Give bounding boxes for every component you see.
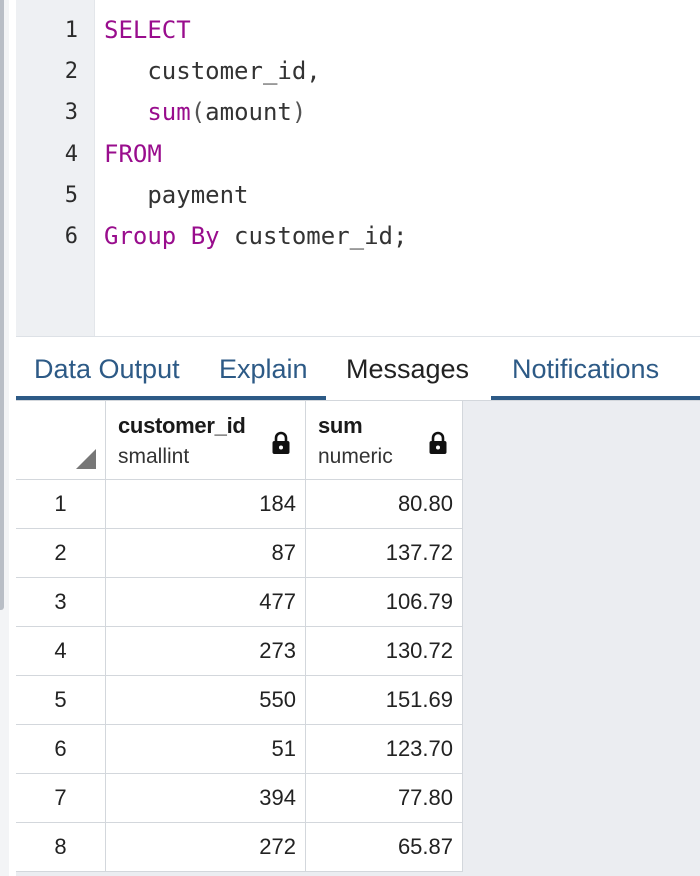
sql-editor[interactable]: 1 2 3 4 5 6 SELECT customer_id, sum(amount) FR… xyxy=(16,0,700,336)
cell-sum[interactable]: 123.70 xyxy=(306,725,463,773)
code-line[interactable]: SELECT xyxy=(104,10,191,51)
left-edge-strip xyxy=(0,0,9,876)
code-line[interactable]: Group By customer_id; xyxy=(104,216,407,257)
code-token: customer_id, xyxy=(104,57,321,86)
column-type: smallint xyxy=(118,445,190,468)
cell-customer-id[interactable]: 394 xyxy=(106,774,306,822)
tab-notifications[interactable]: Notifications xyxy=(512,337,659,400)
cell-sum[interactable]: 151.69 xyxy=(306,676,463,724)
line-number: 2 xyxy=(64,59,78,85)
line-number-gutter: 1 2 3 4 5 6 xyxy=(16,0,95,336)
cell-sum[interactable]: 130.72 xyxy=(306,627,463,675)
sql-keyword: FROM xyxy=(104,139,162,168)
table-row[interactable]: 6 51 123.70 xyxy=(16,725,463,774)
line-number: 5 xyxy=(64,182,78,208)
row-number[interactable]: 7 xyxy=(16,774,106,822)
code-line[interactable]: sum(amount) xyxy=(104,92,306,133)
tab-data-output[interactable]: Data Output xyxy=(34,337,180,400)
column-name: customer_id xyxy=(118,413,246,438)
sql-keyword: Group By xyxy=(104,222,220,250)
code-token: ( xyxy=(190,98,206,127)
cell-sum[interactable]: 77.80 xyxy=(306,774,463,822)
column-name: sum xyxy=(318,413,363,438)
table-row[interactable]: 8 272 65.87 xyxy=(16,823,463,872)
code-token: customer_id; xyxy=(219,222,408,250)
row-number[interactable]: 8 xyxy=(16,823,106,871)
cell-sum[interactable]: 137.72 xyxy=(306,529,463,577)
row-number[interactable]: 6 xyxy=(16,725,106,773)
cell-customer-id[interactable]: 51 xyxy=(106,725,306,773)
table-row[interactable]: 3 477 106.79 xyxy=(16,578,463,627)
tab-explain[interactable]: Explain xyxy=(219,337,308,400)
sql-keyword: sum xyxy=(147,98,191,127)
row-number[interactable]: 5 xyxy=(16,676,106,724)
cell-sum[interactable]: 65.87 xyxy=(306,823,463,871)
line-number: 3 xyxy=(64,100,78,126)
lock-icon xyxy=(272,431,290,454)
cell-customer-id[interactable]: 184 xyxy=(106,480,306,528)
grid-header: customer_id smallint sum numeric xyxy=(16,401,463,480)
column-type: numeric xyxy=(318,445,393,468)
cell-customer-id[interactable]: 477 xyxy=(106,578,306,626)
outer-scrollbar[interactable] xyxy=(0,0,4,610)
table-row[interactable]: 4 273 130.72 xyxy=(16,627,463,676)
table-row[interactable]: 5 550 151.69 xyxy=(16,676,463,725)
select-all-corner[interactable] xyxy=(16,401,106,480)
line-number: 6 xyxy=(64,224,78,249)
line-number: 1 xyxy=(64,18,78,43)
line-number: 4 xyxy=(64,141,78,167)
sql-keyword: SELECT xyxy=(104,16,191,44)
cell-sum[interactable]: 106.79 xyxy=(306,578,463,626)
cell-customer-id[interactable]: 272 xyxy=(106,823,306,871)
lock-icon xyxy=(429,431,447,454)
row-number[interactable]: 1 xyxy=(16,480,106,528)
data-output-grid: customer_id smallint sum numeric 1 184 80.… xyxy=(16,400,700,876)
code-line[interactable]: FROM xyxy=(104,134,162,175)
cell-sum[interactable]: 80.80 xyxy=(306,480,463,528)
column-header-sum[interactable]: sum numeric xyxy=(306,401,463,480)
code-token: payment xyxy=(104,180,249,209)
table-row[interactable]: 2 87 137.72 xyxy=(16,529,463,578)
code-token: amount xyxy=(205,98,292,127)
cell-customer-id[interactable]: 550 xyxy=(106,676,306,724)
code-line[interactable]: payment xyxy=(104,175,249,216)
table-row[interactable]: 1 184 80.80 xyxy=(16,480,463,529)
table-row[interactable]: 7 394 77.80 xyxy=(16,774,463,823)
code-token: ) xyxy=(291,98,307,127)
code-line[interactable]: customer_id, xyxy=(104,51,321,92)
row-number[interactable]: 2 xyxy=(16,529,106,577)
column-header-customer-id[interactable]: customer_id smallint xyxy=(106,401,306,480)
cell-customer-id[interactable]: 87 xyxy=(106,529,306,577)
corner-triangle-icon xyxy=(76,449,96,469)
row-number[interactable]: 4 xyxy=(16,627,106,675)
result-tabs: Data Output Explain Messages Notificatio… xyxy=(16,336,700,400)
tab-messages[interactable]: Messages xyxy=(346,337,469,400)
cell-customer-id[interactable]: 273 xyxy=(106,627,306,675)
row-number[interactable]: 3 xyxy=(16,578,106,626)
